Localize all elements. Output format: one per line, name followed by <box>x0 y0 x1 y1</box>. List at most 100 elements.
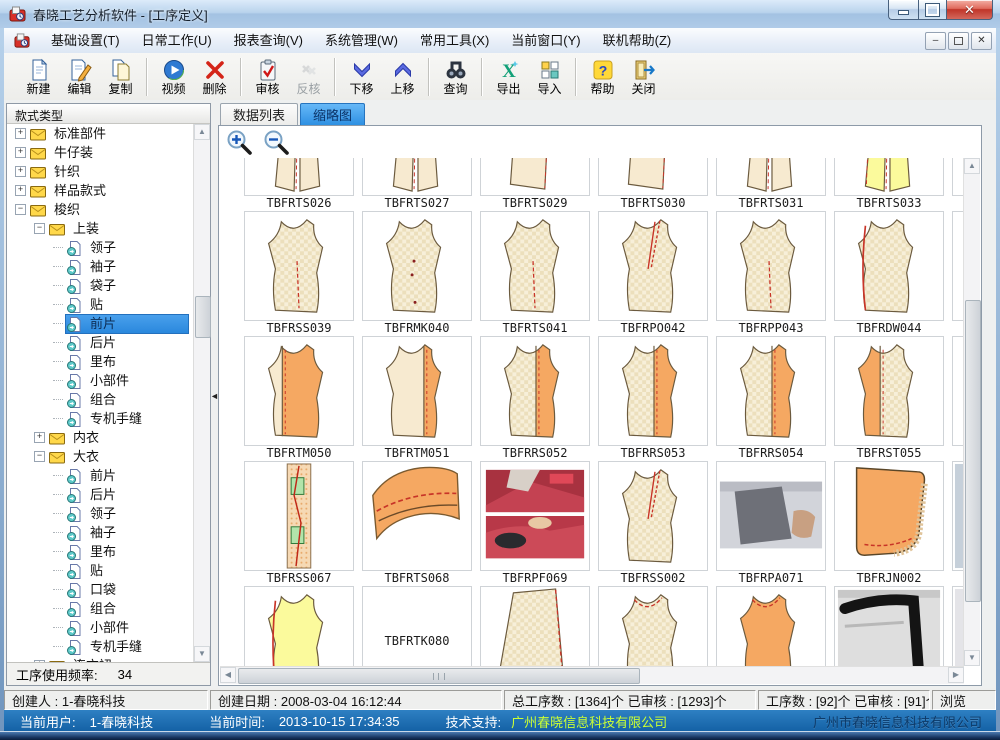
tree-item-hit-zone[interactable]: 样品款式 <box>30 182 188 200</box>
toolbar-button-视频[interactable]: 视频 <box>153 55 194 98</box>
toolbar-button-审核[interactable]: 审核 <box>247 55 288 98</box>
tree-item-hit-zone[interactable]: 专机手缝 <box>66 410 188 428</box>
thumbnail-cell-TBFRSS067[interactable]: TBFRSS067 <box>244 461 354 586</box>
thumbnail-cell-TBFRRS054[interactable]: TBFRRS054 <box>716 336 826 461</box>
thumbnail-image[interactable] <box>834 461 944 571</box>
tree-item-hit-zone[interactable]: 后片 <box>66 334 188 352</box>
scroll-left-arrow-icon[interactable]: ◀ <box>220 667 236 683</box>
tree-item-专机手缝[interactable]: 专机手缝 <box>7 637 194 656</box>
thumbnail-image[interactable] <box>362 158 472 196</box>
tab-缩略图[interactable]: 缩略图 <box>300 103 365 125</box>
tree-expander-icon[interactable]: + <box>15 147 26 158</box>
toolbar-button-删除[interactable]: 删除 <box>194 55 235 98</box>
tree-item-袖子[interactable]: 袖子 <box>7 257 194 276</box>
thumbnail-image[interactable] <box>244 211 354 321</box>
thumbnail-cell[interactable] <box>716 586 826 666</box>
horizontal-scrollbar-thumb[interactable] <box>238 668 640 684</box>
thumbnail-cell-TBFRTS031[interactable]: TBFRTS031 <box>716 158 826 211</box>
thumbnail-cell[interactable] <box>834 586 944 666</box>
menu-item-7[interactable]: 联机帮助(Z) <box>592 29 683 53</box>
tree-item-里布[interactable]: 里布 <box>7 542 194 561</box>
tree-item-hit-zone[interactable]: 针织 <box>30 163 188 181</box>
tree-item-hit-zone[interactable]: 后片 <box>66 486 188 504</box>
tree-item-袋子[interactable]: 袋子 <box>7 276 194 295</box>
thumbnail-image[interactable] <box>834 586 944 666</box>
thumbnail-image[interactable] <box>480 211 590 321</box>
tab-数据列表[interactable]: 数据列表 <box>220 103 298 125</box>
thumbnail-image[interactable] <box>362 336 472 446</box>
tree-item-梭织[interactable]: −梭织 <box>7 200 194 219</box>
tree-item-hit-zone[interactable]: 里布 <box>66 543 188 561</box>
tree-item-贴[interactable]: 贴 <box>7 561 194 580</box>
tree-item-贴[interactable]: 贴 <box>7 295 194 314</box>
tree-item-hit-zone[interactable]: 贴 <box>66 562 188 580</box>
scroll-down-arrow-icon[interactable]: ▼ <box>194 646 210 662</box>
thumbnail-cell-TBFRMK040[interactable]: TBFRMK040 <box>362 211 472 336</box>
scroll-up-arrow-icon[interactable]: ▲ <box>194 124 210 140</box>
tree-item-前片[interactable]: 前片 <box>7 466 194 485</box>
tree-item-小部件[interactable]: 小部件 <box>7 618 194 637</box>
tree-item-hit-zone[interactable]: 领子 <box>66 505 188 523</box>
thumbnail-cell-TBFRSS002[interactable]: TBFRSS002 <box>598 461 708 586</box>
toolbar-button-编辑[interactable]: 编辑 <box>59 55 100 98</box>
zoom-out-magnifier-icon[interactable] <box>263 129 290 156</box>
thumbnail-cell[interactable] <box>480 586 590 666</box>
tree-item-标准部件[interactable]: +标准部件 <box>7 124 194 143</box>
tree-item-hit-zone[interactable]: 前片 <box>66 315 188 333</box>
thumbnail-image[interactable] <box>598 336 708 446</box>
thumbnail-image[interactable] <box>362 461 472 571</box>
tree-item-hit-zone[interactable]: 贴 <box>66 296 188 314</box>
tree-item-专机手缝[interactable]: 专机手缝 <box>7 409 194 428</box>
tree-item-大衣[interactable]: −大衣 <box>7 447 194 466</box>
tree-item-牛仔装[interactable]: + 牛仔装 <box>7 143 194 162</box>
tree-expander-icon[interactable]: − <box>15 204 26 215</box>
mdi-close-button[interactable]: ✕ <box>971 32 992 50</box>
vertical-scrollbar[interactable]: ▲ ▼ <box>963 158 980 666</box>
thumbnail-image[interactable] <box>480 336 590 446</box>
tree-item-小部件[interactable]: 小部件 <box>7 371 194 390</box>
zoom-in-magnifier-icon[interactable] <box>226 129 253 156</box>
tree-item-上装[interactable]: −上装 <box>7 219 194 238</box>
thumbnail-image[interactable] <box>598 461 708 571</box>
tree-item-里布[interactable]: 里布 <box>7 352 194 371</box>
minimize-button[interactable] <box>888 0 918 20</box>
menu-item-4[interactable]: 系统管理(W) <box>314 29 409 53</box>
thumbnail-image[interactable] <box>480 158 590 196</box>
menu-item-6[interactable]: 当前窗口(Y) <box>500 29 591 53</box>
horizontal-scrollbar[interactable]: ◀ ▶ <box>220 666 964 684</box>
scroll-up-arrow-icon[interactable]: ▲ <box>964 158 980 174</box>
scroll-down-arrow-icon[interactable]: ▼ <box>964 650 980 666</box>
thumbnail-cell-TBFRRS052[interactable]: TBFRRS052 <box>480 336 590 461</box>
thumbnail-cell-TBFRTS026[interactable]: TBFRTS026 <box>244 158 354 211</box>
tree-scrollbar[interactable]: ▲ ▼ <box>193 124 210 662</box>
mdi-minimize-button[interactable]: – <box>925 32 946 50</box>
thumbnail-image[interactable] <box>716 211 826 321</box>
tree-item-领子[interactable]: 领子 <box>7 238 194 257</box>
thumbnail-image[interactable] <box>834 336 944 446</box>
thumbnail-cell-TBFRTS027[interactable]: TBFRTS027 <box>362 158 472 211</box>
thumbnail-image[interactable] <box>244 586 354 666</box>
tree-item-hit-zone[interactable]: 上装 <box>49 220 188 238</box>
toolbar-button-帮助[interactable]: ?帮助 <box>582 55 623 98</box>
thumbnail-image[interactable] <box>244 336 354 446</box>
tree-item-hit-zone[interactable]: 内衣 <box>49 429 188 447</box>
toolbar-button-新建[interactable]: 新建 <box>18 55 59 98</box>
toolbar-button-导入[interactable]: 导入 <box>529 55 570 98</box>
thumbnail-cell-TBFRTS033[interactable]: TBFRTS033 <box>834 158 944 211</box>
thumbnail-image[interactable] <box>362 211 472 321</box>
tree-item-hit-zone[interactable]: 组合 <box>66 391 188 409</box>
thumbnail-cell-TBFRPF069[interactable]: TBFRPF069 <box>480 461 590 586</box>
thumbnail-image[interactable] <box>834 211 944 321</box>
tree-item-hit-zone[interactable]: 小部件 <box>66 619 188 637</box>
tree-item-hit-zone[interactable]: 牛仔装 <box>30 144 188 162</box>
thumbnail-image[interactable] <box>480 586 590 666</box>
thumbnail-image[interactable] <box>244 461 354 571</box>
tree-item-后片[interactable]: 后片 <box>7 485 194 504</box>
thumbnail-cell-TBFRTS030[interactable]: TBFRTS030 <box>598 158 708 211</box>
tree-item-hit-zone[interactable]: 领子 <box>66 239 188 257</box>
tree-item-hit-zone[interactable]: 袋子 <box>66 277 188 295</box>
toolbar-button-查询[interactable]: 查询 <box>435 55 476 98</box>
thumbnail-image[interactable] <box>716 158 826 196</box>
tree-item-内衣[interactable]: +内衣 <box>7 428 194 447</box>
tree-item-hit-zone[interactable]: 专机手缝 <box>66 638 188 656</box>
